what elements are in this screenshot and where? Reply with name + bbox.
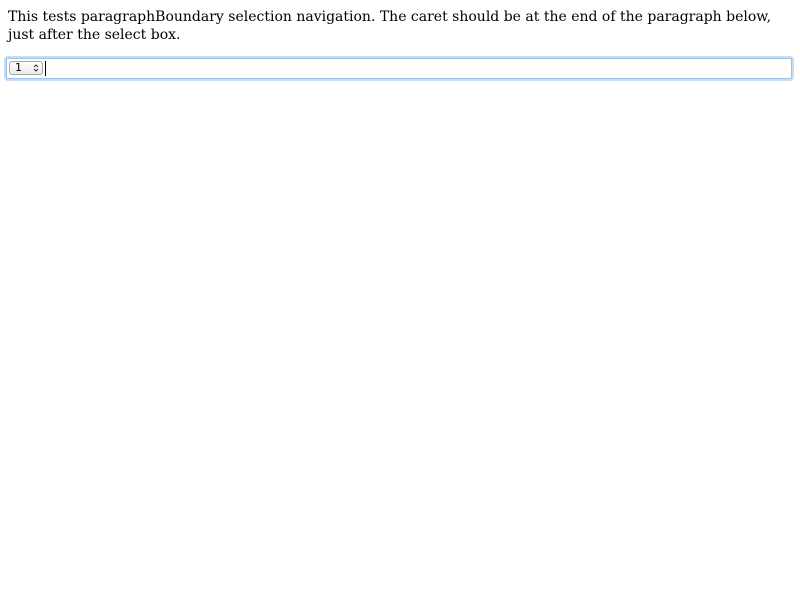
select-value: 1: [15, 61, 22, 74]
text-caret: [45, 61, 46, 76]
editable-paragraph[interactable]: 1: [6, 58, 792, 79]
spinner-arrows-icon: [33, 64, 39, 72]
test-description: This tests paragraphBoundary selection n…: [8, 9, 772, 43]
number-select[interactable]: 1: [9, 61, 43, 75]
test-page: This tests paragraphBoundary selection n…: [0, 0, 800, 600]
